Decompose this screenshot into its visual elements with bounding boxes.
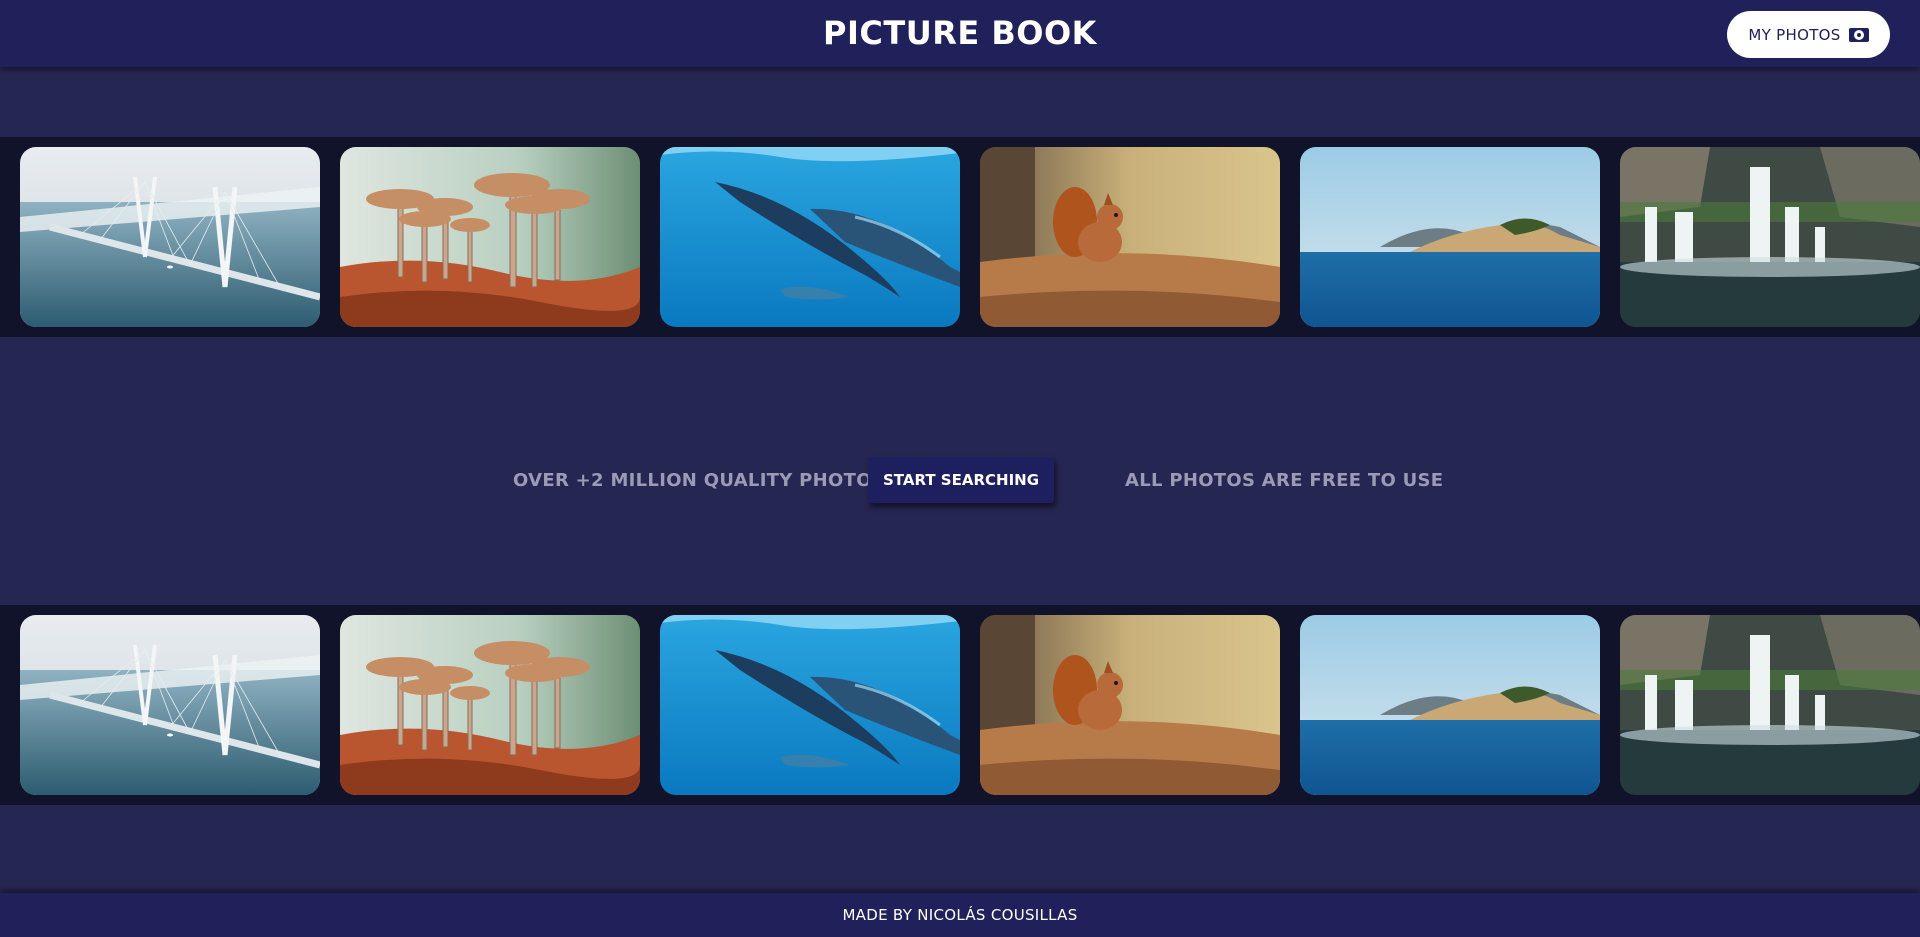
island-image bbox=[1300, 147, 1600, 327]
photo-bridge[interactable] bbox=[20, 147, 320, 327]
photo-island[interactable] bbox=[1300, 147, 1600, 327]
footer-credit: MADE BY NICOLÁS COUSILLAS bbox=[842, 906, 1078, 924]
photo-bridge[interactable] bbox=[20, 615, 320, 795]
dolphins-image bbox=[660, 147, 960, 327]
photo-strip-bottom bbox=[0, 605, 1920, 805]
photo-dolphins[interactable] bbox=[660, 615, 960, 795]
squirrel-image bbox=[980, 147, 1280, 327]
site-header: PICTURE BOOK MY PHOTOS bbox=[0, 0, 1920, 67]
bridge-image bbox=[20, 147, 320, 327]
start-searching-button[interactable]: START SEARCHING bbox=[868, 457, 1054, 503]
hero-section: OVER +2 MILLION QUALITY PHOTOS START SEA… bbox=[0, 457, 1920, 505]
my-photos-label: MY PHOTOS bbox=[1748, 25, 1841, 44]
photo-island[interactable] bbox=[1300, 615, 1600, 795]
photo-squirrel[interactable] bbox=[980, 615, 1280, 795]
photo-dolphins[interactable] bbox=[660, 147, 960, 327]
island-image bbox=[1300, 615, 1600, 795]
waterfall-image bbox=[1620, 147, 1920, 327]
photo-mushrooms[interactable] bbox=[340, 615, 640, 795]
site-title: PICTURE BOOK bbox=[823, 14, 1097, 52]
photo-waterfall[interactable] bbox=[1620, 147, 1920, 327]
site-footer: MADE BY NICOLÁS COUSILLAS bbox=[0, 893, 1920, 937]
mushrooms-image bbox=[340, 615, 640, 795]
squirrel-image bbox=[980, 615, 1280, 795]
camera-icon bbox=[1848, 27, 1869, 42]
waterfall-image bbox=[1620, 615, 1920, 795]
photo-mushrooms[interactable] bbox=[340, 147, 640, 327]
dolphins-image bbox=[660, 615, 960, 795]
photo-waterfall[interactable] bbox=[1620, 615, 1920, 795]
free-to-use-tagline: ALL PHOTOS ARE FREE TO USE bbox=[1125, 470, 1444, 491]
mushrooms-image bbox=[340, 147, 640, 327]
bridge-image bbox=[20, 615, 320, 795]
photo-strip-top bbox=[0, 137, 1920, 337]
my-photos-button[interactable]: MY PHOTOS bbox=[1727, 11, 1890, 58]
photo-squirrel[interactable] bbox=[980, 147, 1280, 327]
photo-count-tagline: OVER +2 MILLION QUALITY PHOTOS bbox=[513, 470, 886, 491]
